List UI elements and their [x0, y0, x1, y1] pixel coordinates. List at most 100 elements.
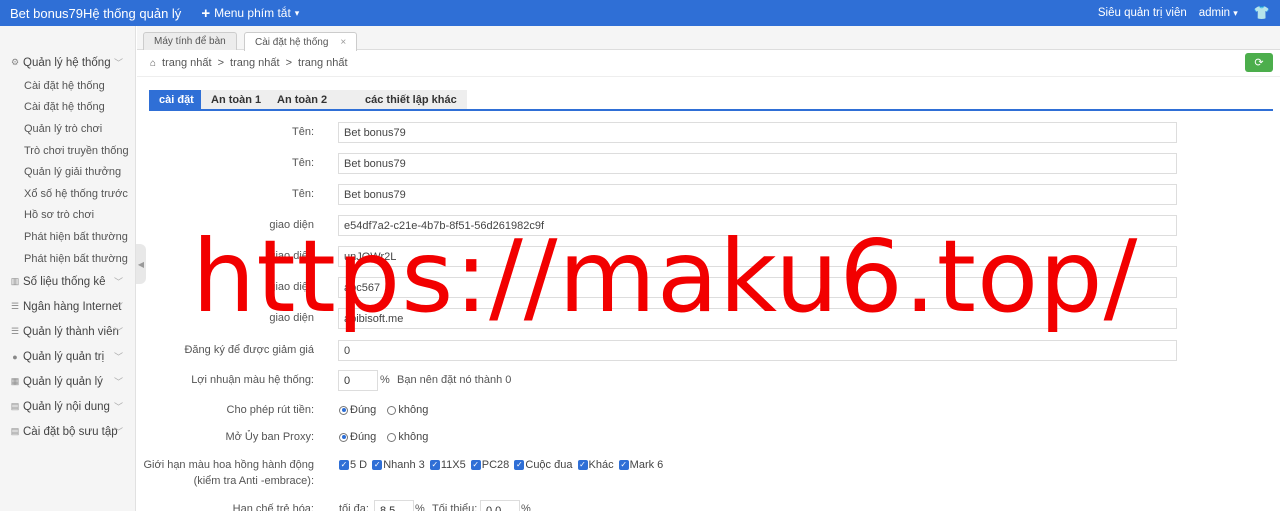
- percent-unit: %: [521, 503, 531, 511]
- min-label: Tối thiểu:: [432, 503, 478, 511]
- sidebar-group-members[interactable]: ☰ Quản lý thành viên ﹀: [0, 319, 135, 344]
- limit-checkbox[interactable]: ✓ Nhanh 3: [372, 459, 425, 471]
- sidebar-group-bank[interactable]: ☰ Ngân hàng Internet ﹀: [0, 294, 135, 319]
- radio-label: Đúng: [350, 431, 377, 443]
- field-label: Tên:: [291, 188, 314, 200]
- sidebar-item[interactable]: Cài đặt hệ thống: [0, 97, 135, 119]
- max-label: tối đa:: [339, 503, 369, 511]
- limit-checkbox[interactable]: ✓ Khác: [577, 459, 614, 471]
- max-input[interactable]: 8.5: [374, 500, 414, 511]
- sidebar-group-managers[interactable]: ▦ Quản lý quản lý ﹀: [0, 369, 135, 394]
- withdraw-no-radio[interactable]: không: [387, 404, 428, 416]
- chevron-down-icon: ﹀: [113, 377, 123, 388]
- sidebar-group-label: Cài đặt bộ sưu tập: [23, 425, 118, 438]
- sidebar-group-label: Quản lý quản lý: [23, 375, 103, 388]
- checkbox-checked-icon: ✓: [577, 460, 588, 470]
- chevron-down-icon: ▾: [294, 7, 300, 18]
- limit-checkbox[interactable]: ✓ Mark 6: [618, 459, 664, 471]
- name-input[interactable]: Bet bonus79: [338, 153, 1177, 174]
- profit-input[interactable]: 0: [338, 370, 378, 391]
- breadcrumb-item[interactable]: trang nhất: [230, 57, 280, 69]
- checkbox-label: Cuộc đua: [525, 459, 573, 471]
- chevron-down-icon: ﹀: [113, 58, 123, 68]
- sidebar-group-content[interactable]: ▤ Quản lý nội dung ﹀: [0, 394, 135, 419]
- discount-input[interactable]: 0: [338, 340, 1177, 361]
- proxy-yes-radio[interactable]: Đúng: [339, 431, 376, 443]
- sidebar-item[interactable]: Quản lý giải thưởng: [0, 161, 135, 183]
- limit-checkbox[interactable]: ✓ 11X5: [429, 459, 466, 471]
- sidebar-group-label: Quản lý nội dung: [23, 400, 110, 413]
- field-label: Cho phép rút tiền:: [226, 404, 314, 416]
- sidebar-item[interactable]: Quản lý trò chơi: [0, 118, 135, 140]
- divider: [137, 76, 1280, 77]
- refresh-button[interactable]: ⟳: [1245, 53, 1273, 72]
- top-bar: Bet bonus79Hệ thống quản lý + Menu phím …: [0, 0, 1280, 26]
- page-tab-strip: Máy tính để bàn Cài đặt hệ thống ×: [137, 26, 1280, 51]
- checkbox-checked-icon: ✓: [470, 460, 481, 470]
- sidebar-item[interactable]: Xổ số hệ thống trước: [0, 183, 135, 205]
- user-name: admin: [1198, 7, 1231, 19]
- quick-menu-button[interactable]: + Menu phím tắt ▾: [201, 6, 299, 21]
- field-label: Mở Ủy ban Proxy:: [225, 431, 314, 443]
- radio-checked-icon: [339, 432, 348, 442]
- sidebar-group-label: Ngân hàng Internet: [23, 300, 122, 313]
- name-input[interactable]: Bet bonus79: [338, 184, 1177, 205]
- checkbox-checked-icon: ✓: [618, 460, 629, 470]
- tab-security-1[interactable]: An toàn 1: [201, 90, 272, 109]
- theme-shirt-icon[interactable]: 👕: [1254, 5, 1270, 21]
- chevron-down-icon: ﹀: [113, 402, 123, 413]
- breadcrumb-item[interactable]: trang nhất: [298, 57, 348, 69]
- tab-system-settings[interactable]: Cài đặt hệ thống ×: [244, 32, 358, 51]
- sidebar-group-collection[interactable]: ▤ Cài đặt bộ sưu tập ﹀: [0, 419, 135, 444]
- chevron-down-icon: ﹀: [113, 352, 123, 363]
- min-input[interactable]: 0.0: [480, 500, 520, 511]
- proxy-no-radio[interactable]: không: [387, 431, 428, 443]
- tab-security-2[interactable]: An toàn 2: [267, 90, 338, 109]
- form-row: Hạn chế trẻ hóa: tối đa: 8.5 % Tối thiểu…: [149, 500, 1279, 511]
- tab-settings[interactable]: cài đặt: [149, 90, 204, 109]
- limit-checkbox[interactable]: ✓ 5 D: [339, 459, 367, 471]
- percent-unit: %: [380, 374, 390, 386]
- sidebar-group-admins[interactable]: ● Quản lý quản trị ﹀: [0, 344, 135, 369]
- field-label: Giới hạn màu hoa hồng hành động: [143, 459, 314, 471]
- field-label: Lợi nhuận màu hệ thống:: [191, 374, 314, 386]
- radio-label: không: [398, 404, 429, 416]
- sidebar-group-system[interactable]: ⚙ Quản lý hệ thống ﹀: [0, 50, 135, 75]
- sidebar-group-stats[interactable]: ▥ Số liệu thống kê ﹀: [0, 269, 135, 294]
- checkbox-checked-icon: ✓: [339, 460, 349, 470]
- field-label-sub: (kiểm tra Anti -embrace):: [193, 475, 314, 487]
- sidebar: ⚙ Quản lý hệ thống ﹀ Cài đặt hệ thống Cà…: [0, 26, 136, 511]
- sidebar-item[interactable]: Phát hiện bất thường: [0, 248, 135, 270]
- tab-other-settings[interactable]: các thiết lập khác: [335, 90, 467, 109]
- sidebar-item[interactable]: Cài đặt hệ thống: [0, 75, 135, 97]
- close-icon[interactable]: ×: [340, 37, 346, 48]
- withdraw-yes-radio[interactable]: Đúng: [339, 404, 376, 416]
- breadcrumb-item[interactable]: trang nhất: [162, 57, 212, 69]
- checkbox-label: Mark 6: [629, 459, 664, 471]
- field-label: Hạn chế trẻ hóa:: [232, 503, 314, 511]
- user-menu[interactable]: admin ▾: [1199, 7, 1238, 19]
- sidebar-collapse-handle[interactable]: ◀: [136, 244, 146, 284]
- name-input[interactable]: Bet bonus79: [338, 122, 1177, 143]
- checkbox-checked-icon: ✓: [429, 460, 440, 470]
- tab-desktop[interactable]: Máy tính để bàn: [143, 32, 237, 50]
- limit-checkbox[interactable]: ✓ Cuộc đua: [514, 459, 572, 471]
- chart-icon: ▥: [10, 276, 20, 287]
- chevron-down-icon: ﹀: [113, 327, 123, 338]
- checkbox-checked-icon: ✓: [372, 460, 383, 470]
- radio-label: Đúng: [350, 404, 377, 416]
- field-label: Tên:: [291, 157, 314, 169]
- quick-menu-label: Menu phím tắt: [214, 6, 291, 20]
- user-icon: ●: [12, 351, 18, 362]
- chevron-down-icon: ﹀: [113, 277, 123, 288]
- settings-tabs: cài đặt An toàn 1 An toàn 2 các thiết lậ…: [149, 90, 1273, 111]
- sidebar-group-label: Quản lý quản trị: [23, 350, 105, 363]
- radio-checked-icon: [339, 405, 348, 415]
- radio-label: không: [398, 431, 429, 443]
- sidebar-item[interactable]: Phát hiện bất thường: [0, 226, 135, 248]
- brand-title: Bet bonus79Hệ thống quản lý: [10, 5, 182, 21]
- user-role: Siêu quản trị viên: [1097, 7, 1187, 19]
- sidebar-item[interactable]: Hồ sơ trò chơi: [0, 205, 135, 227]
- sidebar-item[interactable]: Trò chơi truyền thống: [0, 140, 135, 162]
- limit-checkbox[interactable]: ✓ PC28: [470, 459, 509, 471]
